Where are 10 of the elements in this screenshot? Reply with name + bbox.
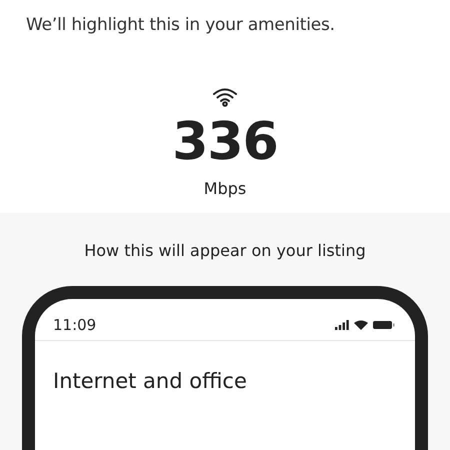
wifi-icon <box>212 87 238 107</box>
battery-icon <box>373 320 395 330</box>
wifi-icon <box>354 320 368 330</box>
subtitle: We’ll highlight this in your amenities. <box>26 15 336 35</box>
signal-icon <box>335 320 349 330</box>
speed-unit: Mbps <box>204 179 246 198</box>
speed-value: 336 <box>172 115 278 169</box>
section-title: Internet and office <box>53 369 248 393</box>
preview-caption: How this will appear on your listing <box>84 241 366 260</box>
status-time: 11:09 <box>53 316 96 334</box>
